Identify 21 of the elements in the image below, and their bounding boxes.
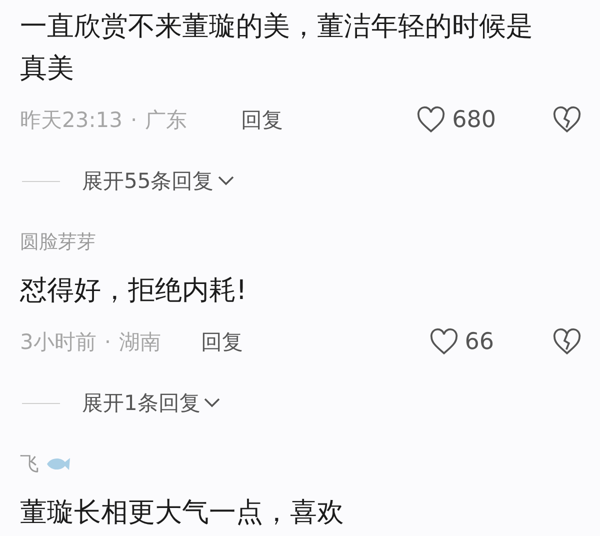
separator-dot: ·: [104, 330, 112, 354]
separator-dot: ·: [130, 108, 138, 132]
comment-location: 广东: [145, 107, 188, 134]
comment-text: 怼得好，拒绝内耗!: [20, 274, 248, 308]
expand-replies-button[interactable]: 展开1条回复: [82, 389, 220, 417]
comment-location: 湖南: [119, 329, 162, 356]
heart-icon[interactable]: [428, 328, 459, 356]
chevron-down-icon: [218, 176, 234, 186]
comment-text: 一直欣赏不来董璇的美，董洁年轻的时候是真美: [20, 10, 534, 86]
chevron-down-icon: [204, 398, 220, 408]
expand-replies-button[interactable]: 展开55条回复: [82, 167, 234, 195]
like-count: 680: [452, 107, 496, 133]
comment-time: 昨天23:13: [20, 107, 123, 134]
comment-text: 董璇长相更大气一点，喜欢: [20, 496, 345, 530]
broken-heart-icon[interactable]: [552, 106, 582, 134]
heart-icon[interactable]: [416, 106, 446, 134]
comment-time: 3小时前: [20, 329, 96, 356]
like-count: 66: [464, 329, 494, 355]
reply-link[interactable]: 回复: [241, 106, 284, 134]
broken-heart-icon[interactable]: [552, 328, 582, 356]
reply-link[interactable]: 回复: [201, 328, 244, 356]
